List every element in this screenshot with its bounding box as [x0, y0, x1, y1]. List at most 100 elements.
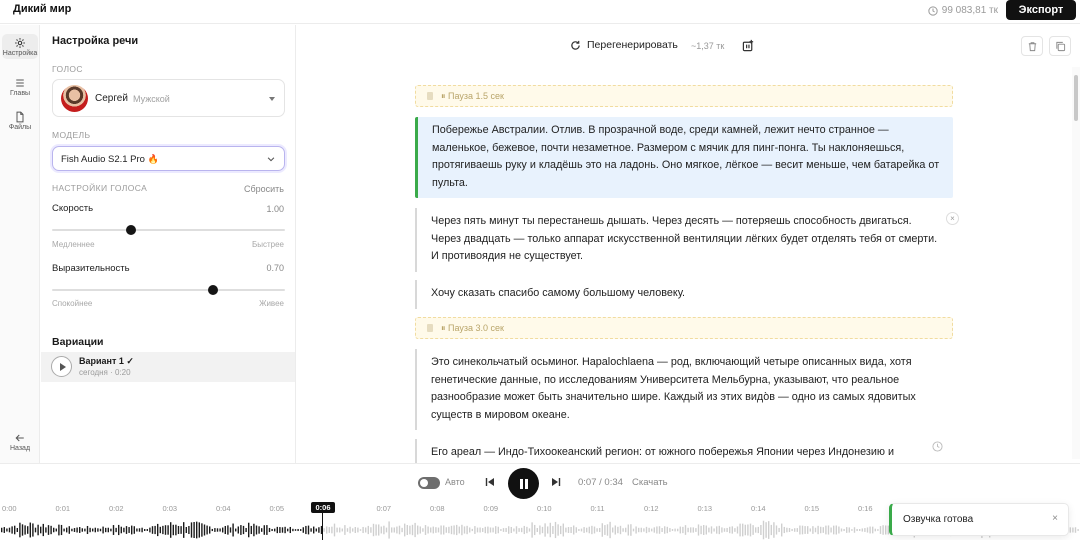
speech-settings-panel: Настройка речи Голос Сергей Мужской Моде… — [41, 25, 296, 463]
balance-value: 99 083,81 тк — [941, 5, 998, 16]
rail-item-settings[interactable]: Настройка — [2, 34, 38, 59]
export-button[interactable]: Экспорт — [1006, 0, 1076, 20]
voice-select[interactable]: Сергей Мужской — [52, 79, 285, 117]
expressiveness-max-label: Живее — [259, 299, 284, 308]
project-title: Дикий мир — [13, 3, 72, 15]
timeline-tick-label: 0:07 — [376, 504, 392, 513]
regenerate-label: Перегенерировать — [587, 39, 678, 51]
left-rail: Настройка Главы Файлы Назад — [0, 25, 40, 463]
variant-meta: сегодня · 0:20 — [79, 368, 131, 377]
clock-icon[interactable] — [932, 441, 943, 452]
rail-item-files[interactable]: Файлы — [2, 111, 38, 131]
variant-play-button[interactable] — [51, 356, 72, 377]
model-select[interactable]: Fish Audio S2.1 Pro 🔥 — [52, 146, 285, 171]
top-bar: Дикий мир 99 083,81 тк Экспорт — [0, 0, 1080, 24]
playback-time: 0:07 / 0:34 — [578, 477, 623, 488]
timeline-tick-label: 0:15 — [804, 504, 820, 513]
pause-button[interactable] — [508, 468, 539, 499]
variations-title: Вариации — [52, 336, 104, 348]
toast-text: Озвучка готова — [903, 514, 974, 525]
speed-slider-thumb[interactable] — [126, 225, 137, 235]
skip-back-icon[interactable] — [484, 476, 496, 488]
chevron-down-icon — [267, 157, 275, 162]
timeline-tick-label: 0:11 — [590, 504, 605, 513]
pause-block[interactable]: ⏸ Пауза 3.0 сек — [415, 317, 953, 339]
trash-icon — [1028, 42, 1037, 52]
timeline-tick-label: 0:10 — [537, 504, 552, 513]
model-section-label: Модель — [52, 130, 91, 140]
clock-icon — [928, 5, 938, 16]
regenerate-cost: ~1,37 тк — [691, 41, 725, 51]
playhead-time: 0:06 — [311, 502, 335, 513]
timeline-tick-label: 0:16 — [858, 504, 873, 513]
download-link[interactable]: Скачать — [632, 477, 668, 488]
expressiveness-slider-track — [52, 289, 285, 291]
expressiveness-slider-thumb[interactable] — [207, 285, 218, 295]
pause-label: ⏸ Пауза 3.0 сек — [441, 323, 504, 333]
speed-value: 1.00 — [266, 204, 284, 214]
drag-handle-icon[interactable] — [427, 92, 433, 100]
timeline-tick-label: 0:05 — [269, 504, 285, 513]
speed-min-label: Медленнее — [52, 240, 95, 249]
block-text: Через пять минут ты перестанешь дышать. … — [431, 215, 938, 262]
timeline-tick-label: 0:01 — [55, 504, 71, 513]
text-block[interactable]: Это синекольчатый осьминог. Hapalochlaen… — [415, 349, 953, 430]
timeline-tick-label: 0:08 — [430, 504, 445, 513]
expressiveness-label: Выразительность — [52, 263, 130, 274]
file-icon — [16, 111, 24, 123]
auto-label: Авто — [445, 477, 465, 487]
flame-icon: 🔥 — [147, 154, 159, 164]
expressiveness-min-label: Спокойнее — [52, 299, 93, 308]
add-block-icon[interactable] — [742, 39, 755, 52]
editor-scrollbar[interactable] — [1072, 67, 1080, 459]
reset-button[interactable]: Сбросить — [244, 184, 284, 194]
back-label: Назад — [9, 445, 31, 452]
timeline-tick-label: 0:03 — [162, 504, 178, 513]
timeline-tick-label: 0:02 — [109, 504, 124, 513]
pause-block[interactable]: ⏸ Пауза 1.5 сек — [415, 85, 953, 107]
speed-slider-track — [52, 229, 285, 231]
toast-notification: Озвучка готова × — [889, 503, 1069, 536]
back-button[interactable]: Назад — [2, 432, 38, 452]
timeline-tick-label: 0:09 — [483, 504, 499, 513]
copy-button[interactable] — [1049, 36, 1071, 56]
rail-item-chapters[interactable]: Главы — [2, 77, 38, 97]
skip-forward-icon[interactable] — [550, 476, 562, 488]
text-block[interactable]: Через пять минут ты перестанешь дышать. … — [415, 208, 959, 272]
drag-handle-icon[interactable] — [427, 324, 433, 332]
speed-slider[interactable] — [52, 225, 285, 235]
token-balance: 99 083,81 тк — [928, 5, 998, 16]
speed-label: Скорость — [52, 203, 94, 214]
regenerate-button[interactable]: Перегенерировать — [570, 39, 678, 51]
block-text: Его ареал — Индо-Тихоокеанский регион: о… — [431, 446, 895, 458]
timeline-tick-label: 0:00 — [2, 504, 17, 513]
text-block[interactable]: Хочу сказать спасибо самому большому чел… — [415, 280, 953, 309]
toast-close-button[interactable]: × — [1052, 513, 1058, 524]
voice-section-label: Голос — [52, 64, 83, 74]
auto-toggle[interactable] — [418, 477, 440, 489]
expressiveness-value: 0.70 — [266, 263, 284, 273]
text-block-active[interactable]: Побережье Австралии. Отлив. В прозрачной… — [415, 117, 953, 198]
rail-label-chapters: Главы — [9, 90, 31, 97]
voice-settings-section-label: Настройки голоса — [52, 183, 148, 193]
editor-area: Перегенерировать ~1,37 тк ⏸ Пауза 1.5 се… — [297, 25, 1080, 463]
block-text: Это синекольчатый осьминог. Hapalochlaen… — [431, 356, 916, 421]
expressiveness-slider[interactable] — [52, 285, 285, 295]
text-block[interactable]: Его ареал — Индо-Тихоокеанский регион: о… — [415, 439, 953, 463]
timeline-tick-label: 0:14 — [751, 504, 766, 513]
avatar — [61, 85, 88, 112]
delete-button[interactable] — [1021, 36, 1043, 56]
copy-icon — [1056, 41, 1066, 52]
block-text: Хочу сказать спасибо самому большому чел… — [431, 287, 686, 299]
voice-gender: Мужской — [133, 94, 170, 104]
scrollbar-thumb[interactable] — [1074, 75, 1078, 121]
close-icon[interactable]: × — [946, 212, 959, 225]
pause-label: ⏸ Пауза 1.5 сек — [441, 91, 504, 101]
panel-title: Настройка речи — [52, 35, 139, 47]
gear-icon — [15, 38, 25, 48]
rail-label-files: Файлы — [8, 124, 32, 131]
variant-name: Вариант 1 ✓ — [79, 356, 134, 366]
playhead[interactable] — [322, 513, 323, 540]
variant-item[interactable]: Вариант 1 ✓ сегодня · 0:20 — [41, 352, 295, 382]
list-icon — [16, 79, 24, 87]
